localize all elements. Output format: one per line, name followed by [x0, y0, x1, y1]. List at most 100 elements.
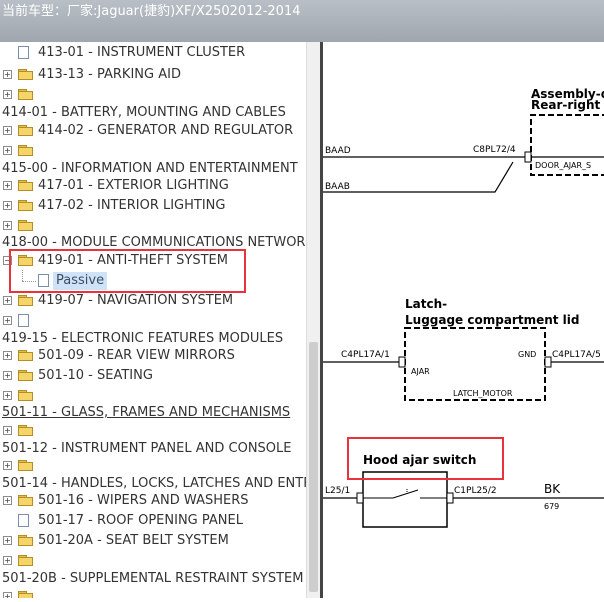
tree-item-label[interactable]: 501-20B - SUPPLEMENTAL RESTRAINT SYSTEM: [2, 570, 303, 588]
folder-icon: [18, 125, 33, 136]
wiring-diagram-svg: Assembly-do Rear-right BAAD C8PL72/4 DOO…: [323, 87, 604, 528]
expand-icon[interactable]: +: [3, 426, 12, 435]
document-icon: [18, 314, 29, 327]
expand-icon[interactable]: +: [3, 70, 12, 79]
tree-item[interactable]: 501-20B - SUPPLEMENTAL RESTRAINT SYSTEM: [0, 570, 306, 588]
expand-icon[interactable]: +: [3, 371, 12, 380]
tree-item[interactable]: 413-01 - INSTRUMENT CLUSTER: [0, 44, 306, 62]
folder-icon: [18, 89, 33, 100]
expand-icon[interactable]: +: [3, 126, 12, 135]
tree-item-label[interactable]: 501-17 - ROOF OPENING PANEL: [38, 512, 243, 530]
conn-l25: [356, 492, 364, 504]
tree-item[interactable]: +414-02 - GENERATOR AND REGULATOR: [0, 122, 306, 140]
wiring-diagram: Assembly-do Rear-right BAAD C8PL72/4 DOO…: [323, 42, 604, 598]
expand-icon[interactable]: +: [3, 316, 12, 325]
tree-item-label[interactable]: 501-10 - SEATING: [38, 367, 153, 385]
folder-icon: [18, 295, 33, 306]
conn-c4pl17a1-label: C4PL17A/1: [341, 350, 390, 360]
highlight-box-hood-switch: [347, 437, 504, 480]
tree-item[interactable]: +417-01 - EXTERIOR LIGHTING: [0, 177, 306, 195]
tree-item[interactable]: +: [0, 86, 306, 104]
tree-item-label[interactable]: 501-09 - REAR VIEW MIRRORS: [38, 347, 235, 365]
tree-item[interactable]: 501-12 - INSTRUMENT PANEL AND CONSOLE: [0, 440, 306, 458]
tree-item-label[interactable]: 417-01 - EXTERIOR LIGHTING: [38, 177, 229, 195]
scrollbar-thumb[interactable]: [309, 342, 318, 592]
tree-item[interactable]: +: [0, 312, 306, 330]
ajar-label: AJAR: [411, 367, 430, 376]
conn-l25-label: L25/1: [325, 486, 350, 496]
tree-item[interactable]: +: [0, 142, 306, 160]
expand-icon[interactable]: +: [3, 201, 12, 210]
tree-item-label[interactable]: 413-13 - PARKING AID: [38, 66, 181, 84]
wire-baab-label: BAAB: [325, 182, 350, 192]
folder-icon: [18, 370, 33, 381]
conn-c1pl25: [446, 492, 454, 504]
tree-item[interactable]: +501-09 - REAR VIEW MIRRORS: [0, 347, 306, 365]
expand-icon[interactable]: +: [3, 556, 12, 565]
tree-item[interactable]: +: [0, 552, 306, 570]
tree-item-label[interactable]: 501-12 - INSTRUMENT PANEL AND CONSOLE: [2, 440, 291, 458]
tree-scrollbar[interactable]: [306, 42, 320, 598]
expand-icon[interactable]: +: [3, 296, 12, 305]
tree-item-label[interactable]: 419-15 - ELECTRONIC FEATURES MODULES: [2, 330, 283, 348]
wire-baad-label: BAAD: [325, 146, 351, 156]
tree-item[interactable]: +: [0, 457, 306, 475]
highlight-box-antitheft: [9, 249, 246, 293]
folder-icon: [18, 495, 33, 506]
expand-icon[interactable]: +: [3, 461, 12, 470]
expand-icon[interactable]: +: [3, 592, 12, 598]
tree-item[interactable]: +419-07 - NAVIGATION SYSTEM: [0, 292, 306, 310]
tree-item-label[interactable]: 501-16 - WIPERS AND WASHERS: [38, 492, 248, 510]
tree-item-label[interactable]: 501-11 - GLASS, FRAMES AND MECHANISMS: [2, 404, 290, 422]
conn-c8pl72: [524, 151, 532, 163]
tree-item-label[interactable]: 501-14 - HANDLES, LOCKS, LATCHES AND ENT…: [2, 475, 306, 493]
tree-item[interactable]: +501-10 - SEATING: [0, 367, 306, 385]
tree-item[interactable]: +: [0, 217, 306, 235]
tree-item[interactable]: +: [0, 422, 306, 440]
door-ajar-label: DOOR_AJAR_S: [535, 161, 591, 170]
tree-item[interactable]: +501-20A - SEAT BELT SYSTEM: [0, 532, 306, 550]
folder-icon: [18, 460, 33, 471]
folder-icon: [18, 180, 33, 191]
document-icon: [18, 514, 29, 527]
folder-icon: [18, 350, 33, 361]
tree-item-label[interactable]: 419-07 - NAVIGATION SYSTEM: [38, 292, 233, 310]
expand-icon[interactable]: +: [3, 221, 12, 230]
tree-item[interactable]: 415-00 - INFORMATION AND ENTERTAINMENT: [0, 160, 306, 178]
expand-icon[interactable]: +: [3, 181, 12, 190]
folder-icon: [18, 390, 33, 401]
conn-c4pl17a5: [544, 356, 552, 368]
tree-item-label[interactable]: 417-02 - INTERIOR LIGHTING: [38, 197, 225, 215]
hood-switch-box: [362, 471, 448, 528]
section-tree[interactable]: 413-01 - INSTRUMENT CLUSTER +413-13 - PAR…: [0, 42, 306, 598]
expand-icon[interactable]: +: [3, 496, 12, 505]
expand-icon[interactable]: +: [3, 351, 12, 360]
tree-item[interactable]: +: [0, 387, 306, 405]
expand-icon[interactable]: +: [3, 536, 12, 545]
expand-icon[interactable]: +: [3, 146, 12, 155]
folder-icon: [18, 200, 33, 211]
tree-item-label[interactable]: 413-01 - INSTRUMENT CLUSTER: [38, 44, 245, 62]
window-title-bar: 当前车型：厂家:Jaguar(捷豹)XF/X2502012-2014: [0, 0, 604, 42]
folder-icon: [18, 145, 33, 156]
conn-c8pl72-label: C8PL72/4: [473, 145, 516, 155]
tree-item-label[interactable]: 415-00 - INFORMATION AND ENTERTAINMENT: [2, 160, 298, 178]
tree-item[interactable]: 419-15 - ELECTRONIC FEATURES MODULES: [0, 330, 306, 348]
tree-item[interactable]: +501-16 - WIPERS AND WASHERS: [0, 492, 306, 510]
tree-item[interactable]: 414-01 - BATTERY, MOUNTING AND CABLES: [0, 104, 306, 122]
tree-item-label[interactable]: 501-20A - SEAT BELT SYSTEM: [38, 532, 229, 550]
tree-item[interactable]: +: [0, 588, 306, 598]
tree-item-label[interactable]: 414-02 - GENERATOR AND REGULATOR: [38, 122, 293, 140]
expand-icon[interactable]: +: [3, 90, 12, 99]
tree-item[interactable]: 501-14 - HANDLES, LOCKS, LATCHES AND ENT…: [0, 475, 306, 493]
tree-item[interactable]: 501-17 - ROOF OPENING PANEL: [0, 512, 306, 530]
expand-icon[interactable]: +: [3, 391, 12, 400]
tree-item[interactable]: +413-13 - PARKING AID: [0, 66, 306, 84]
wire-bk-label: BK: [544, 482, 561, 496]
tree-item-label[interactable]: 414-01 - BATTERY, MOUNTING AND CABLES: [2, 104, 286, 122]
folder-icon: [18, 535, 33, 546]
conn-c4pl17a5-label: C4PL17A/5: [552, 350, 601, 360]
tree-item[interactable]: +417-02 - INTERIOR LIGHTING: [0, 197, 306, 215]
folder-icon: [18, 555, 33, 566]
tree-item[interactable]: 501-11 - GLASS, FRAMES AND MECHANISMS: [0, 404, 306, 422]
